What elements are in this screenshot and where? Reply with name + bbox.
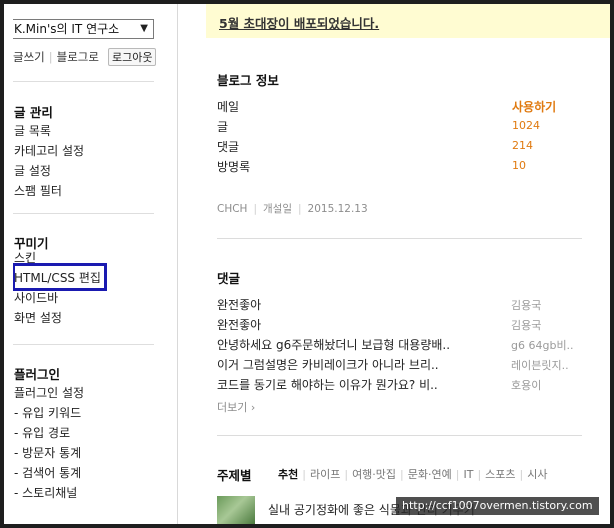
write-link[interactable]: 글쓰기	[13, 50, 45, 64]
info-row-comments: 댓글 214	[217, 138, 582, 158]
nav-item-inflow-path[interactable]: - 유입 경로	[14, 423, 84, 443]
blog-meta: CHCH | 개설일 | 2015.12.13	[217, 201, 368, 216]
nav-item-visitor-stats[interactable]: - 방문자 통계	[14, 443, 84, 463]
highlight-box	[12, 263, 107, 291]
quick-links: 글쓰기 | 블로그로	[13, 49, 99, 65]
blog-select[interactable]: K.Min's의 IT 연구소 ▼	[10, 19, 154, 39]
divider: |	[344, 468, 349, 481]
section-divider	[12, 81, 154, 82]
blog-select-value: K.Min's의 IT 연구소	[14, 22, 120, 36]
more-comments-link[interactable]: 더보기 ›	[217, 399, 255, 415]
tab-travel[interactable]: 여행·맛집	[352, 466, 396, 482]
info-label: 댓글	[217, 140, 240, 154]
blog-link[interactable]: 블로그로	[57, 50, 99, 64]
tab-sports[interactable]: 스포츠	[485, 466, 515, 482]
comment-text[interactable]: 완전좋아	[217, 316, 261, 333]
opened-label: 개설일	[263, 203, 292, 215]
section-divider	[12, 213, 154, 214]
nav-item-category-settings[interactable]: 카테고리 설정	[14, 141, 84, 161]
comment-row[interactable]: 이거 그럼설명은 카비레이크가 아니라 브리.. 레이븐릿지..	[217, 355, 582, 375]
blog-owner: CHCH	[217, 203, 248, 215]
nav-item-plugin-settings[interactable]: 플러그인 설정	[14, 383, 84, 403]
nav-item-story-channel[interactable]: - 스토리채널	[14, 483, 84, 503]
tab-culture[interactable]: 문화·연예	[408, 466, 452, 482]
admin-sidebar: K.Min's의 IT 연구소 ▼ 글쓰기 | 블로그로 로그아웃 글 관리 글 목…	[4, 4, 178, 524]
posts-count[interactable]: 1024	[512, 119, 540, 132]
guestbook-count[interactable]: 10	[512, 159, 526, 172]
tab-current-affairs[interactable]: 시사	[527, 466, 547, 482]
comment-author: 호용이	[511, 379, 542, 392]
comment-row[interactable]: 완전좋아 김용국	[217, 295, 582, 315]
info-label: 글	[217, 120, 229, 134]
section-divider	[217, 435, 582, 436]
topic-tabs: 추천 | 라이프 | 여행·맛집 | 문화·연예 | IT | 스포츠 | 시사	[278, 466, 548, 482]
section-title-plugins: 플러그인	[14, 367, 61, 382]
opened-date: 2015.12.13	[307, 203, 368, 215]
divider: |	[519, 468, 524, 481]
divider: |	[400, 468, 404, 481]
divider: |	[253, 203, 258, 215]
divider: |	[48, 50, 53, 64]
section-divider	[12, 344, 154, 345]
tab-it[interactable]: IT	[463, 468, 473, 481]
nav-item-screen-settings[interactable]: 화면 설정	[14, 308, 101, 328]
comment-author: g6 64gb비..	[511, 339, 574, 352]
info-label: 방명록	[217, 160, 251, 174]
left-crop-edge	[4, 4, 13, 524]
nav-list-posts: 글 목록 카테고리 설정 글 설정 스팸 필터	[14, 121, 84, 201]
info-row-posts: 글 1024	[217, 118, 582, 138]
nav-item-sidebar[interactable]: 사이드바	[14, 288, 101, 308]
nav-item-post-settings[interactable]: 글 설정	[14, 161, 84, 181]
main-content: 5월 초대장이 배포되었습니다. 블로그 정보 메일 사용하기 글 1024 댓…	[178, 4, 610, 524]
divider: |	[302, 468, 306, 481]
app-frame: K.Min's의 IT 연구소 ▼ 글쓰기 | 블로그로 로그아웃 글 관리 글 목…	[4, 4, 610, 524]
nav-item-search-stats[interactable]: - 검색어 통계	[14, 463, 84, 483]
comment-author: 김용국	[511, 299, 542, 312]
watermark: http://ccf1007overmen.tistory.com	[396, 497, 599, 515]
comments-count[interactable]: 214	[512, 139, 533, 152]
section-divider	[217, 238, 582, 239]
comment-text[interactable]: 완전좋아	[217, 296, 261, 313]
topics-header: 주제별	[217, 465, 252, 484]
comment-text[interactable]: 이거 그럼설명은 카비레이크가 아니라 브리..	[217, 356, 439, 373]
divider: |	[477, 468, 482, 481]
notice-text[interactable]: 5월 초대장이 배포되었습니다.	[219, 13, 379, 32]
tab-recommended[interactable]: 추천	[278, 466, 298, 482]
nav-item-inflow-keywords[interactable]: - 유입 키워드	[14, 403, 84, 423]
section-title-posts: 글 관리	[14, 105, 53, 120]
mail-use-link[interactable]: 사용하기	[512, 98, 556, 115]
chevron-down-icon: ▼	[140, 23, 148, 34]
info-row-mail: 메일 사용하기	[217, 98, 582, 118]
logout-button[interactable]: 로그아웃	[108, 48, 157, 66]
nav-item-spam-filter[interactable]: 스팸 필터	[14, 181, 84, 201]
notice-banner[interactable]: 5월 초대장이 배포되었습니다.	[206, 4, 610, 38]
tab-life[interactable]: 라이프	[310, 466, 340, 482]
comment-author: 레이븐릿지..	[511, 359, 569, 372]
nav-item-post-list[interactable]: 글 목록	[14, 121, 84, 141]
blog-info-title: 블로그 정보	[217, 73, 279, 88]
comment-text[interactable]: 코드를 동기로 해야하는 이유가 뭔가요? 비..	[217, 376, 438, 393]
divider: |	[298, 203, 302, 215]
comment-author: 김용국	[511, 319, 542, 332]
comment-row[interactable]: 코드를 동기로 해야하는 이유가 뭔가요? 비.. 호용이	[217, 375, 582, 395]
comment-row[interactable]: 안녕하세요 g6주문해놨더니 보급형 대용량배.. g6 64gb비..	[217, 335, 582, 355]
info-row-guestbook: 방명록 10	[217, 158, 582, 178]
nav-list-plugins: 플러그인 설정 - 유입 키워드 - 유입 경로 - 방문자 통계 - 검색어 …	[14, 383, 84, 503]
divider: |	[455, 468, 460, 481]
info-label: 메일	[217, 100, 240, 114]
topics-title: 주제별	[217, 468, 252, 483]
post-thumbnail[interactable]	[217, 496, 255, 524]
comment-row[interactable]: 완전좋아 김용국	[217, 315, 582, 335]
comment-text[interactable]: 안녕하세요 g6주문해놨더니 보급형 대용량배..	[217, 336, 450, 353]
comments-title: 댓글	[217, 271, 241, 286]
